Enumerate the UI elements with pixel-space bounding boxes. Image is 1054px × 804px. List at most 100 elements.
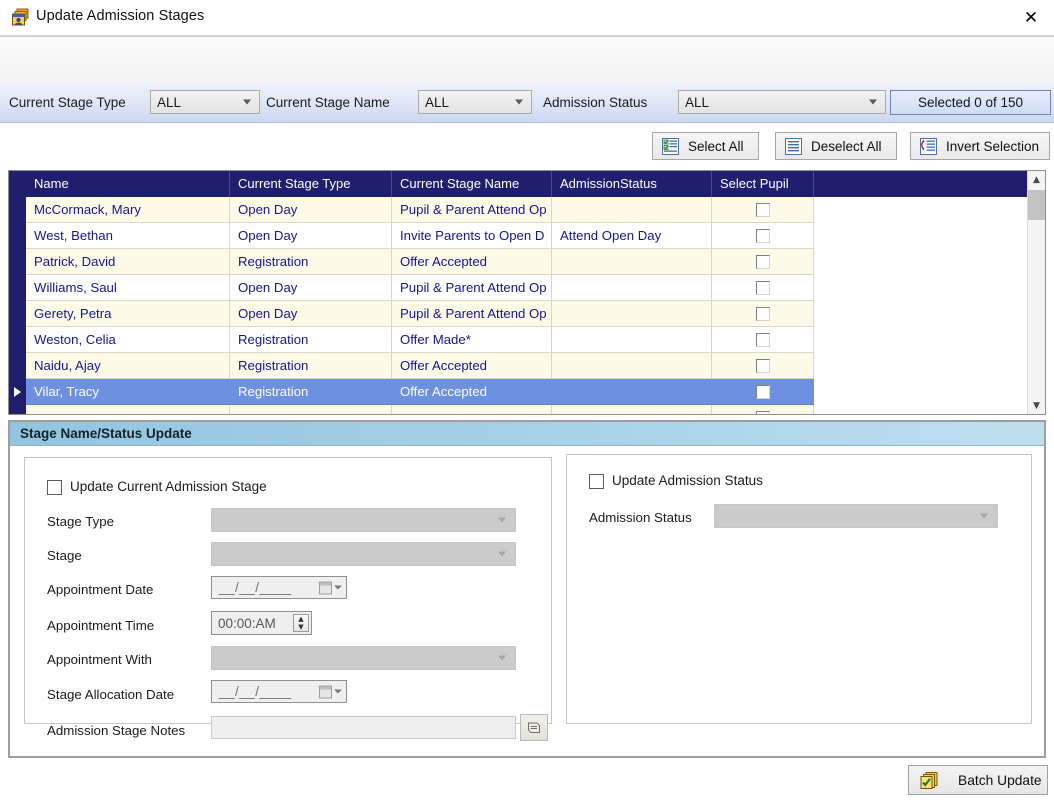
cell-select_pupil[interactable] <box>712 327 814 353</box>
current-stage-type-label: Current Stage Type <box>9 95 126 110</box>
stage-allocation-date-label: Stage Allocation Date <box>47 687 175 702</box>
admission-stage-notes-label: Admission Stage Notes <box>47 723 186 738</box>
select-pupil-checkbox[interactable] <box>755 254 770 269</box>
cell-stage_type: Open Day <box>230 301 392 327</box>
cell-admission_status <box>552 353 712 379</box>
grid-header-row: Name Current Stage Type Current Stage Name… <box>9 171 1029 197</box>
deselect-all-icon <box>785 137 802 155</box>
table-row[interactable]: Gerety, Petra Open Day Pupil & Parent Atte… <box>9 301 814 327</box>
grid-header-name[interactable]: Name <box>26 171 230 197</box>
table-row[interactable]: Naidu, Ajay Registration Offer Accepted <box>9 353 814 379</box>
current-stage-type-dropdown[interactable]: ALL <box>150 90 260 114</box>
cell-stage_type: Registration <box>230 327 392 353</box>
cell-admission_status <box>552 275 712 301</box>
pupil-grid: Name Current Stage Type Current Stage Name… <box>8 170 1046 415</box>
appointment-date-label: Appointment Date <box>47 582 154 597</box>
batch-update-label: Batch Update <box>958 772 1042 788</box>
stage-allocation-date-value: __/__/____ <box>219 684 292 699</box>
cell-name <box>26 405 230 414</box>
appointment-time-input[interactable]: 00:00:AM ▲ ▼ <box>211 611 312 635</box>
scroll-down-icon[interactable]: ▼ <box>1028 397 1045 414</box>
current-stage-name-value: ALL <box>425 94 450 110</box>
row-indicator <box>9 405 26 414</box>
table-row[interactable]: Weston, Celia Registration Offer Made* <box>9 327 814 353</box>
appointment-with-label: Appointment With <box>47 652 152 667</box>
cell-stage_type <box>230 405 392 414</box>
update-current-admission-stage-checkbox[interactable] <box>47 480 62 495</box>
invert-selection-button[interactable]: Invert Selection <box>910 132 1050 160</box>
select-all-label: Select All <box>688 138 744 154</box>
grid-header-select_pupil[interactable]: Select Pupil <box>712 171 814 197</box>
admission-stage-notes-editor-button[interactable] <box>520 714 548 741</box>
current-stage-type-value: ALL <box>157 94 182 110</box>
update-admission-status-checkbox[interactable] <box>589 474 604 489</box>
cell-stage_name: Pupil & Parent Attend Op <box>392 275 552 301</box>
current-stage-name-dropdown[interactable]: ALL <box>418 90 532 114</box>
select-pupil-checkbox[interactable] <box>755 280 770 295</box>
cell-select_pupil[interactable] <box>712 353 814 379</box>
cell-stage_type: Open Day <box>230 197 392 223</box>
admission-status-dropdown <box>714 504 998 528</box>
stage-allocation-date-picker-button[interactable] <box>319 685 342 698</box>
batch-pages-check-icon <box>919 770 940 791</box>
table-row[interactable] <box>9 405 814 414</box>
cell-stage_name: Offer Accepted <box>392 353 552 379</box>
stepper-up-icon[interactable]: ▲ <box>294 615 308 623</box>
table-row[interactable]: Williams, Saul Open Day Pupil & Parent Att… <box>9 275 814 301</box>
admission-stage-notes-input[interactable] <box>211 716 516 739</box>
cell-select_pupil[interactable] <box>712 275 814 301</box>
update-status-groupbox: Update Admission Status Admission Status <box>566 454 1032 724</box>
cell-stage_name: Offer Accepted <box>392 249 552 275</box>
close-icon[interactable]: ✕ <box>1008 0 1054 35</box>
chevron-down-icon <box>980 513 988 519</box>
cell-select_pupil[interactable] <box>712 405 814 414</box>
grid-header-stage_type[interactable]: Current Stage Type <box>230 171 392 197</box>
table-row[interactable]: McCormack, Mary Open Day Pupil & Parent At… <box>9 197 814 223</box>
cell-select_pupil[interactable] <box>712 301 814 327</box>
cell-select_pupil[interactable] <box>712 249 814 275</box>
admission-status-filter-dropdown[interactable]: ALL <box>678 90 886 114</box>
batch-update-button[interactable]: Batch Update <box>908 765 1048 795</box>
cell-name: Weston, Celia <box>26 327 230 353</box>
select-pupil-checkbox[interactable] <box>755 332 770 347</box>
table-row[interactable]: West, Bethan Open Day Invite Parents to Op… <box>9 223 814 249</box>
select-pupil-checkbox[interactable] <box>755 384 770 399</box>
grid-header-admission_status[interactable]: AdmissionStatus <box>552 171 712 197</box>
stepper-down-icon[interactable]: ▼ <box>294 623 308 631</box>
scrollbar-thumb[interactable] <box>1028 190 1045 220</box>
cell-stage_type: Registration <box>230 379 392 405</box>
cell-admission_status <box>552 301 712 327</box>
cell-admission_status <box>552 327 712 353</box>
table-row[interactable]: Patrick, David Registration Offer Accepted <box>9 249 814 275</box>
cell-stage_name: Offer Accepted <box>392 379 552 405</box>
stacked-windows-person-icon <box>11 8 30 27</box>
notepad-icon <box>528 722 540 733</box>
select-pupil-checkbox[interactable] <box>755 358 770 373</box>
select-pupil-checkbox[interactable] <box>755 410 770 414</box>
cell-select_pupil[interactable] <box>712 197 814 223</box>
appointment-date-input[interactable]: __/__/____ <box>211 576 347 599</box>
cell-stage_name: Offer Made* <box>392 327 552 353</box>
stage-allocation-date-input[interactable]: __/__/____ <box>211 680 347 703</box>
grid-header-stage_name[interactable]: Current Stage Name <box>392 171 552 197</box>
select-pupil-checkbox[interactable] <box>755 306 770 321</box>
appointment-date-picker-button[interactable] <box>319 581 342 594</box>
current-stage-name-label: Current Stage Name <box>266 95 390 110</box>
selected-count-button[interactable]: Selected 0 of 150 <box>890 90 1051 115</box>
cell-name: Vilar, Tracy <box>26 379 230 405</box>
stage-label: Stage <box>47 548 82 563</box>
select-all-button[interactable]: Select All <box>652 132 759 160</box>
admission-status-filter-value: ALL <box>685 94 710 110</box>
select-pupil-checkbox[interactable] <box>755 228 770 243</box>
cell-select_pupil[interactable] <box>712 223 814 249</box>
appointment-time-stepper[interactable]: ▲ ▼ <box>293 614 309 632</box>
chevron-down-icon <box>498 551 506 557</box>
cell-name: West, Bethan <box>26 223 230 249</box>
select-pupil-checkbox[interactable] <box>755 202 770 217</box>
cell-select_pupil[interactable] <box>712 379 814 405</box>
table-row[interactable]: Vilar, Tracy Registration Offer Accepted <box>9 379 814 405</box>
deselect-all-button[interactable]: Deselect All <box>775 132 897 160</box>
calendar-icon <box>319 581 332 594</box>
scroll-up-icon[interactable]: ▲ <box>1028 171 1045 188</box>
grid-vertical-scrollbar[interactable]: ▲ ▼ <box>1027 171 1045 414</box>
